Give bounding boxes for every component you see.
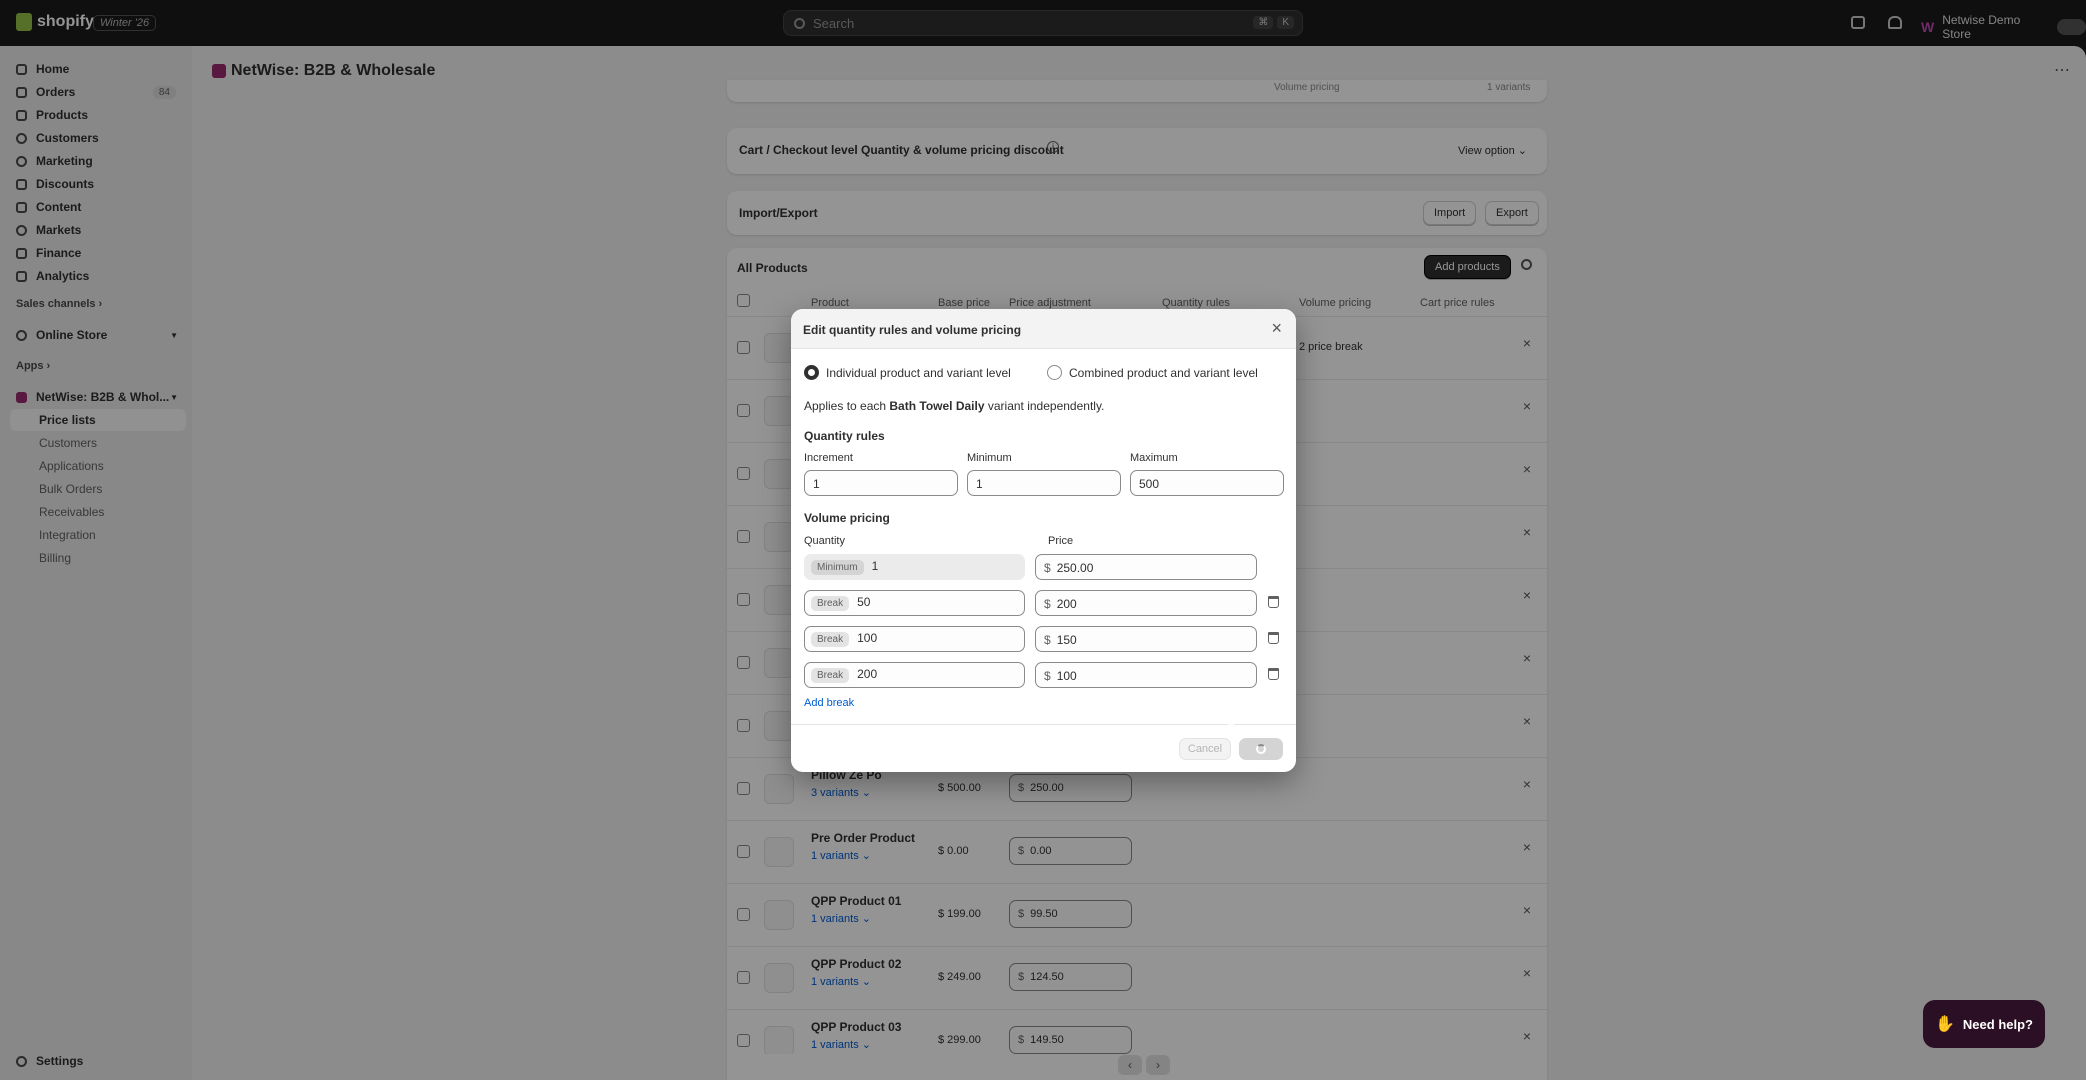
tier-price-field[interactable]: $100 <box>1035 662 1257 688</box>
tier-quantity-field[interactable]: Break 200 <box>804 662 1025 688</box>
trash-icon[interactable] <box>1268 632 1279 644</box>
combined-level-radio[interactable] <box>1047 365 1062 380</box>
maximum-value: 500 <box>1139 477 1160 491</box>
currency-symbol: $ <box>1044 633 1051 647</box>
cancel-button[interactable]: Cancel <box>1179 738 1231 760</box>
tier-quantity-field[interactable]: Break 50 <box>804 590 1025 616</box>
applies-suffix: variant independently. <box>984 399 1105 413</box>
save-button[interactable] <box>1239 738 1283 760</box>
quantity-column-label: Quantity <box>804 535 845 547</box>
individual-level-label[interactable]: Individual product and variant level <box>826 366 1011 380</box>
modal-header: Edit quantity rules and volume pricing × <box>791 309 1296 349</box>
tier-price-value: 200 <box>1056 597 1077 611</box>
tier-tag: Break <box>811 632 850 647</box>
tier-quantity-value: 1 <box>871 559 879 573</box>
trash-icon[interactable] <box>1268 668 1279 680</box>
modal-title: Edit quantity rules and volume pricing <box>803 323 1022 337</box>
currency-symbol: $ <box>1044 561 1051 575</box>
minimum-label: Minimum <box>967 452 1012 464</box>
modal-footer-divider <box>791 724 1296 725</box>
tier-tag: Break <box>811 596 850 611</box>
tier-quantity-value: 50 <box>857 595 871 609</box>
tier-quantity-value: 100 <box>857 631 878 645</box>
add-break-link[interactable]: Add break <box>804 697 854 709</box>
tier-tag: Minimum <box>811 560 864 575</box>
increment-value: 1 <box>813 477 820 491</box>
need-help-label: Need help? <box>1962 1016 2033 1032</box>
increment-label: Increment <box>804 452 853 464</box>
currency-symbol: $ <box>1044 597 1051 611</box>
edit-quantity-modal: Edit quantity rules and volume pricing ×… <box>791 309 1296 772</box>
applies-product: Bath Towel Daily <box>889 399 985 413</box>
price-column-label: Price <box>1048 535 1074 547</box>
trash-icon[interactable] <box>1268 596 1279 608</box>
close-icon[interactable]: × <box>1271 318 1282 339</box>
maximum-label: Maximum <box>1130 452 1178 464</box>
tier-price-value: 100 <box>1056 669 1077 683</box>
increment-field[interactable]: 1 <box>804 470 958 496</box>
tier-price-value: 250.00 <box>1056 561 1094 575</box>
tier-quantity-value: 200 <box>857 667 878 681</box>
wave-hand-icon: ✋ <box>1935 1016 1955 1033</box>
tier-price-field[interactable]: $250.00 <box>1035 554 1257 580</box>
spinner-icon <box>1256 744 1266 754</box>
need-help-button[interactable]: ✋ Need help? <box>1923 1000 2045 1048</box>
maximum-field[interactable]: 500 <box>1130 470 1284 496</box>
minimum-field[interactable]: 1 <box>967 470 1121 496</box>
tier-price-field[interactable]: $200 <box>1035 590 1257 616</box>
quantity-rules-heading: Quantity rules <box>804 429 885 443</box>
cancel-label: Cancel <box>1187 743 1223 755</box>
tier-tag: Break <box>811 668 850 683</box>
individual-level-radio[interactable] <box>804 365 819 380</box>
tier-quantity-field[interactable]: Break 100 <box>804 626 1025 652</box>
applies-prefix: Applies to each <box>804 399 890 413</box>
tier-price-field[interactable]: $150 <box>1035 626 1257 652</box>
tier-quantity-field: Minimum 1 <box>804 554 1025 580</box>
applies-text: Applies to each Bath Towel Daily variant… <box>804 399 1104 413</box>
tier-price-value: 150 <box>1056 633 1077 647</box>
volume-pricing-heading: Volume pricing <box>804 511 890 525</box>
combined-level-label[interactable]: Combined product and variant level <box>1069 366 1258 380</box>
currency-symbol: $ <box>1044 669 1051 683</box>
minimum-value: 1 <box>976 477 983 491</box>
